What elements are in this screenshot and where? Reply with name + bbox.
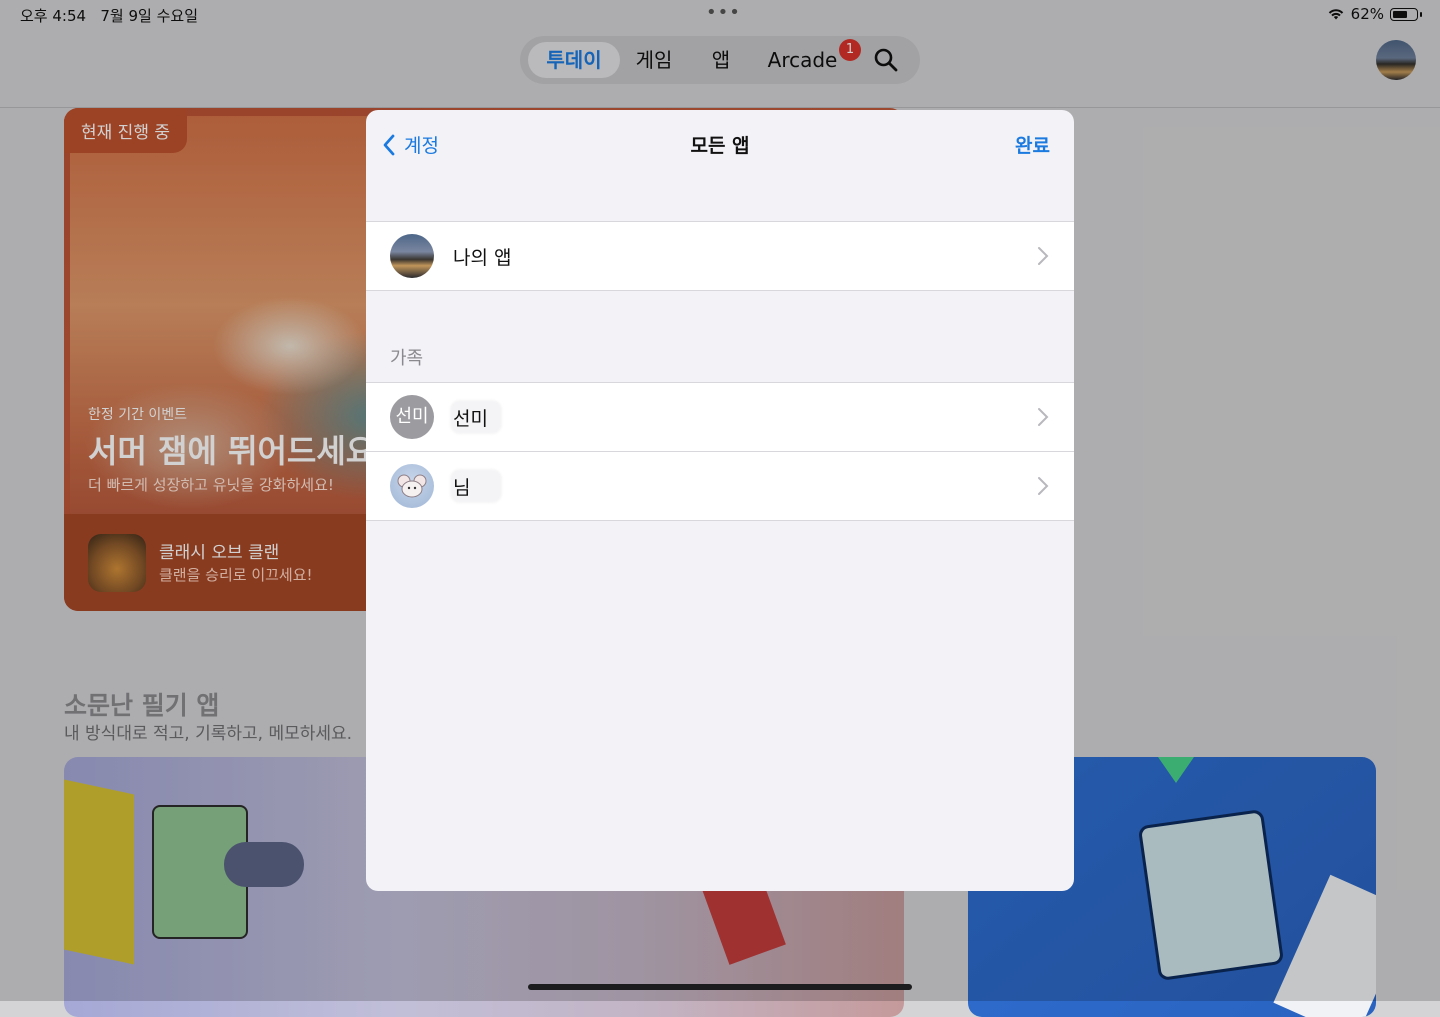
chevron-right-icon bbox=[1038, 408, 1049, 426]
mouse-memoji-avatar bbox=[390, 464, 434, 508]
family-member-name: 선미 bbox=[453, 407, 488, 430]
sheet-title: 모든 앱 bbox=[690, 135, 750, 157]
my-apps-label: 나의 앱 bbox=[453, 246, 512, 269]
family-member-row[interactable]: 선미 선미 bbox=[366, 383, 1074, 451]
my-avatar bbox=[390, 234, 434, 278]
done-button[interactable]: 완료 bbox=[1015, 131, 1050, 158]
family-group: 선미 선미 님 bbox=[366, 382, 1074, 521]
family-member-name: 님 bbox=[453, 476, 471, 499]
my-apps-group: 나의 앱 bbox=[366, 221, 1074, 291]
sheet-navigation-bar: 계정 모든 앱 완료 bbox=[366, 110, 1074, 176]
all-apps-sheet: 계정 모든 앱 완료 나의 앱 가족 선미 선미 님 bbox=[366, 110, 1074, 891]
mouse-icon bbox=[397, 474, 427, 498]
chevron-right-icon bbox=[1038, 247, 1049, 265]
home-indicator[interactable] bbox=[528, 984, 912, 990]
family-section-header: 가족 bbox=[390, 348, 424, 369]
chevron-right-icon bbox=[1038, 477, 1049, 495]
family-member-row[interactable]: 님 bbox=[366, 451, 1074, 520]
my-apps-row[interactable]: 나의 앱 bbox=[366, 222, 1074, 290]
family-member-avatar: 선미 bbox=[390, 395, 434, 439]
